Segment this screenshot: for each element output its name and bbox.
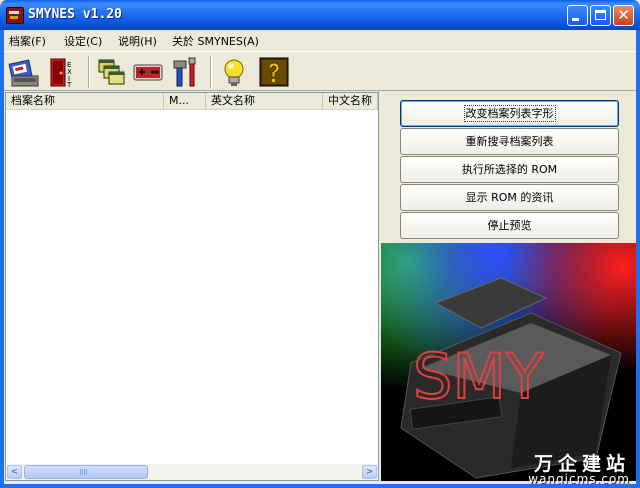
help-question-icon [259, 57, 289, 87]
window-frame-right [636, 30, 640, 488]
exit-door-icon: E X I T [50, 58, 72, 89]
rom-list-view[interactable]: 档案名称 M... 英文名称 中文名称 < > [5, 92, 379, 481]
minimize-button[interactable] [567, 5, 588, 26]
help-button[interactable] [258, 56, 290, 88]
gamepad-icon [133, 64, 163, 81]
tools-icon [173, 57, 196, 87]
column-header-chinese-name[interactable]: 中文名称 [323, 93, 378, 109]
list-header: 档案名称 M... 英文名称 中文名称 [6, 93, 378, 110]
toolbar: E X I T [4, 51, 636, 91]
maximize-button[interactable] [590, 5, 611, 26]
column-header-mapper[interactable]: M... [164, 93, 206, 109]
button-label: 显示 ROM 的资讯 [465, 191, 554, 204]
close-icon: ✕ [617, 6, 630, 24]
logo-text: SMY [413, 340, 544, 413]
show-rom-info-button[interactable]: 显示 ROM 的资讯 [400, 184, 619, 211]
toolbar-separator [88, 56, 90, 88]
stop-preview-button[interactable]: 停止预览 [400, 212, 619, 239]
close-button[interactable]: ✕ [613, 5, 634, 26]
rom-open-icon [8, 59, 39, 87]
controller-settings-button[interactable] [132, 56, 164, 88]
change-list-font-button[interactable]: 改变档案列表字形 [400, 100, 619, 127]
button-label: 重新搜寻档案列表 [465, 135, 554, 148]
windows-button[interactable] [96, 56, 128, 88]
title-bar[interactable]: SMYNES v1.20 ✕ [0, 0, 640, 30]
scroll-left-icon[interactable]: < [7, 465, 22, 479]
exit-button[interactable]: E X I T [46, 56, 78, 89]
window-frame-left [0, 30, 4, 488]
watermark: 万企建站 wangicms.com [381, 445, 636, 488]
app-icon[interactable] [6, 7, 24, 24]
rescan-list-button[interactable]: 重新搜寻档案列表 [400, 128, 619, 155]
minimize-icon [572, 18, 579, 21]
column-header-english-name[interactable]: 英文名称 [206, 93, 323, 109]
windows-cascade-icon [98, 59, 125, 85]
button-label: 停止预览 [487, 219, 532, 232]
menu-about[interactable]: 关於 SMYNES(A) [172, 33, 259, 49]
lightbulb-icon [224, 59, 244, 86]
column-header-filename[interactable]: 档案名称 [6, 93, 164, 109]
rom-open-button[interactable] [8, 56, 40, 88]
toolbar-separator [210, 56, 212, 88]
main-window: SMYNES v1.20 ✕ 档案(F) 设定(C) 说明(H) 关於 SMYN… [0, 0, 640, 488]
menu-help[interactable]: 说明(H) [118, 33, 157, 49]
button-label: 执行所选择的 ROM [461, 163, 558, 176]
tools-button[interactable] [170, 56, 202, 88]
exit-label-t: T [66, 81, 72, 88]
menu-bar: 档案(F) 设定(C) 说明(H) 关於 SMYNES(A) [4, 30, 636, 50]
horizontal-scrollbar[interactable]: < > [6, 464, 378, 480]
scrollbar-thumb[interactable] [24, 465, 148, 479]
run-selected-rom-button[interactable]: 执行所选择的 ROM [400, 156, 619, 183]
action-panel: 改变档案列表字形 重新搜寻档案列表 执行所选择的 ROM 显示 ROM 的资讯 … [397, 96, 621, 240]
window-title: SMYNES v1.20 [28, 7, 122, 22]
menu-file[interactable]: 档案(F) [9, 33, 46, 49]
tips-button[interactable] [218, 56, 250, 88]
scroll-right-icon[interactable]: > [362, 465, 377, 479]
window-frame-bottom [0, 484, 640, 488]
button-label: 改变档案列表字形 [463, 105, 556, 122]
maximize-icon [595, 10, 606, 20]
menu-settings[interactable]: 设定(C) [64, 33, 102, 49]
